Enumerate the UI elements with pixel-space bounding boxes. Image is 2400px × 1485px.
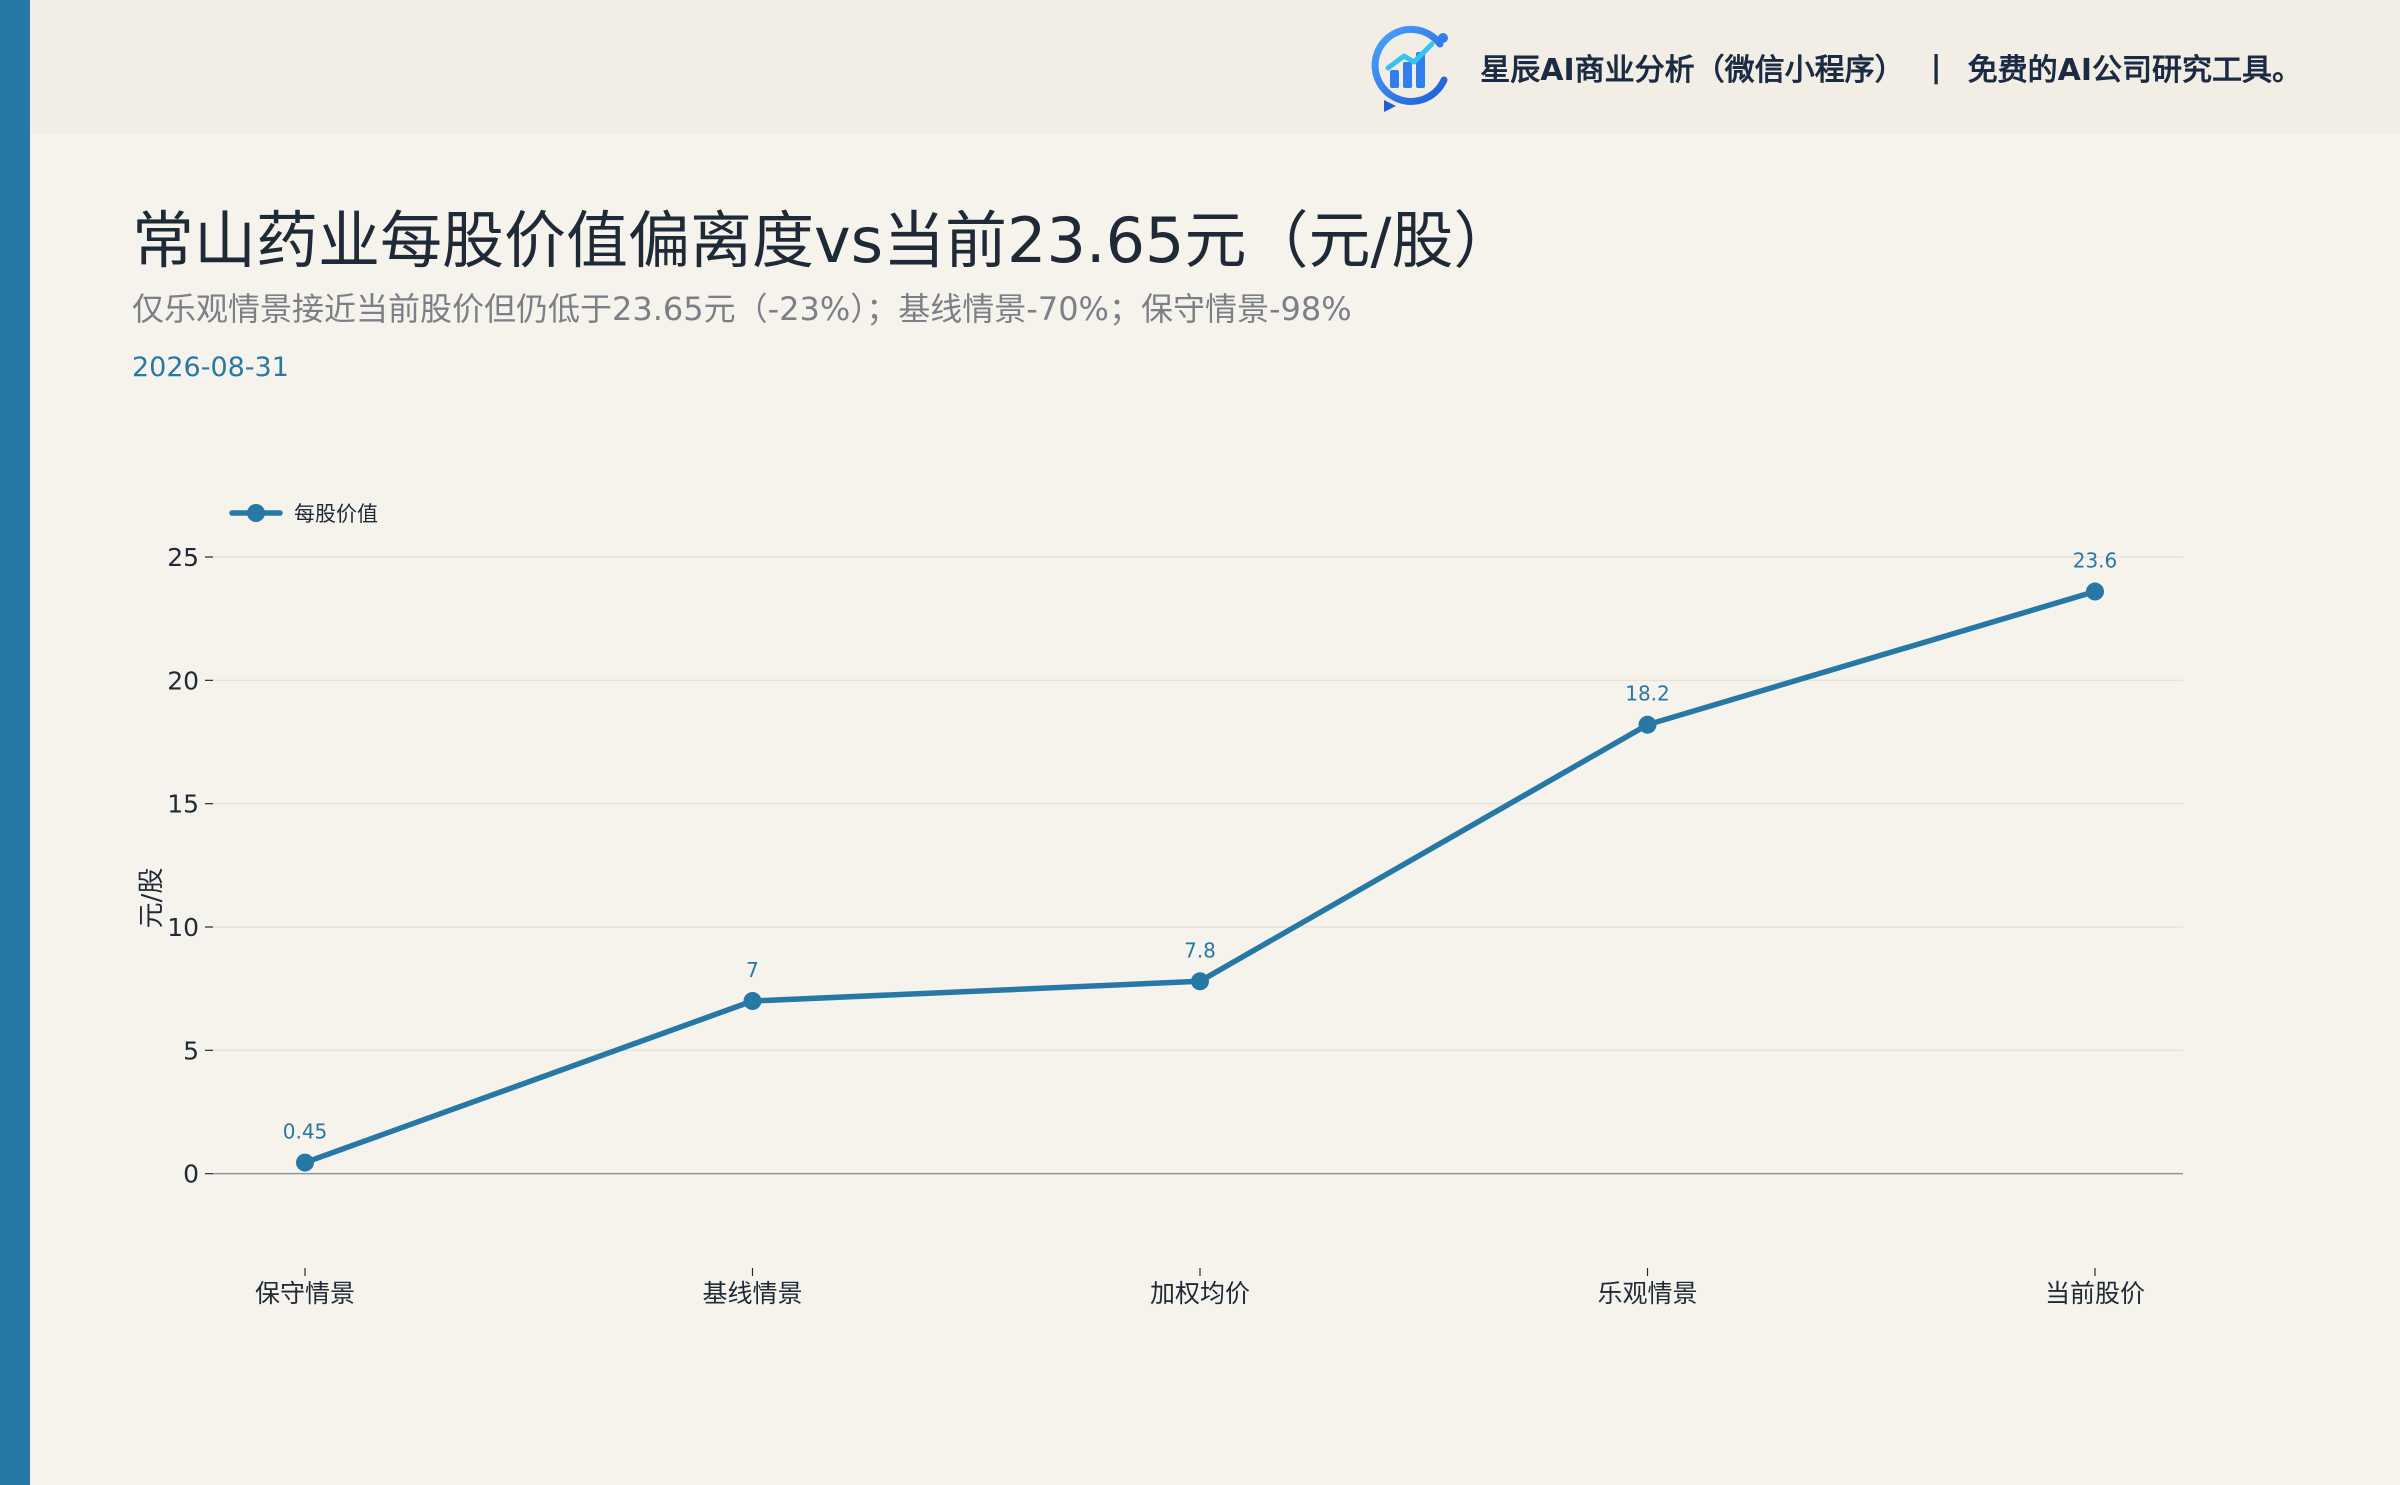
data-point — [1638, 715, 1657, 734]
x-tick-label: 基线情景 — [702, 1279, 802, 1308]
y-tick-label: 10 — [167, 913, 199, 942]
y-tick-label: 0 — [183, 1160, 199, 1189]
x-tick-label: 保守情景 — [255, 1279, 355, 1308]
x-tick-label: 当前股价 — [2045, 1279, 2145, 1308]
y-tick-label: 25 — [167, 543, 199, 572]
data-label: 18.2 — [1625, 682, 1670, 706]
legend-marker — [247, 504, 265, 522]
data-point — [743, 992, 762, 1010]
y-tick-label: 5 — [183, 1036, 199, 1065]
x-tick-label: 加权均价 — [1150, 1279, 1250, 1308]
data-point — [296, 1153, 314, 1172]
y-axis-title: 元/股 — [137, 868, 167, 929]
y-tick-label: 20 — [167, 666, 199, 695]
line-chart: 0 5 10 15 20 25 保守情景 基线情景 加权均价 乐观情景 当前股价 元/股 0.45 7 7.… — [137, 502, 2183, 1308]
data-label: 7 — [746, 958, 759, 982]
data-label: 0.45 — [283, 1120, 328, 1144]
data-label: 23.6 — [2073, 549, 2118, 573]
data-point — [1191, 972, 1209, 991]
y-tick-label: 15 — [167, 790, 199, 819]
legend-label: 每股价值 — [294, 502, 378, 526]
x-tick-label: 乐观情景 — [1597, 1279, 1697, 1308]
data-point — [2086, 582, 2104, 601]
data-label: 7.8 — [1184, 938, 1216, 962]
series-line — [302, 588, 2098, 1166]
